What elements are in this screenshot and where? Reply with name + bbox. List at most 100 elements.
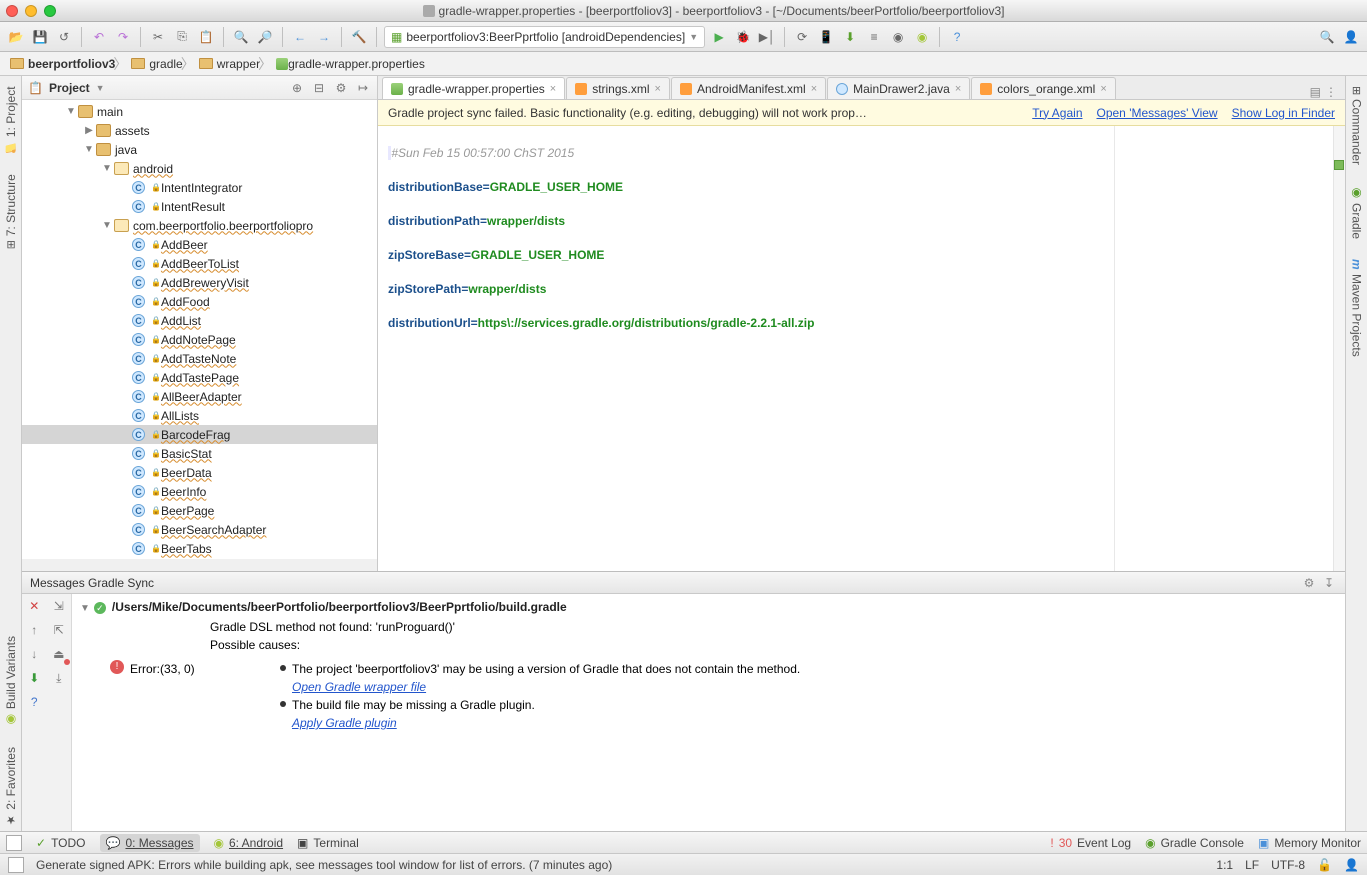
cut-icon[interactable]: ✂ (148, 27, 168, 47)
tree-node[interactable]: C🔒BarcodeFrag (22, 425, 377, 444)
down-icon[interactable]: ↓ (25, 645, 43, 663)
project-tree[interactable]: ▼main ▶assets ▼java ▼android C🔒IntentInt… (22, 100, 377, 559)
tab-maven[interactable]: m Maven Projects (1350, 255, 1364, 360)
gradle-icon[interactable]: ◉ (888, 27, 908, 47)
tab-project[interactable]: 📁 1: Project (4, 82, 18, 158)
zoom-window[interactable] (44, 5, 56, 17)
sdk-icon[interactable]: ⬇ (840, 27, 860, 47)
attach-icon[interactable]: ▶│ (757, 27, 777, 47)
tree-node[interactable]: ▼com.beerportfolio.beerportfoliopro (22, 216, 377, 235)
tree-node[interactable]: C🔒AddTastePage (22, 368, 377, 387)
tab-commander[interactable]: ⊞ Commander (1350, 82, 1364, 169)
tree-node[interactable]: C🔒AddTasteNote (22, 349, 377, 368)
tool-window-toggle[interactable] (6, 835, 22, 851)
tree-node[interactable]: C🔒AddBeerToList (22, 254, 377, 273)
tab-event-log[interactable]: !30 Event Log (1050, 836, 1131, 850)
sync-icon[interactable]: ↺ (54, 27, 74, 47)
chevron-down-icon[interactable]: ▼ (96, 83, 105, 93)
apply-plugin-link[interactable]: Apply Gradle plugin (292, 716, 397, 730)
hide-icon[interactable]: ↦ (355, 80, 371, 96)
open-messages-link[interactable]: Open 'Messages' View (1097, 106, 1218, 120)
tree-node[interactable]: C🔒AllLists (22, 406, 377, 425)
android-icon[interactable]: ◉ (912, 27, 932, 47)
up-icon[interactable]: ↑ (25, 621, 43, 639)
tree-node[interactable]: ▼android (22, 159, 377, 178)
tree-node[interactable]: ▶assets (22, 121, 377, 140)
editor-tab[interactable]: gradle-wrapper.properties× (382, 77, 565, 99)
build-icon[interactable]: 🔨 (349, 27, 369, 47)
run-icon[interactable]: ▶ (709, 27, 729, 47)
error-file-path[interactable]: /Users/Mike/Documents/beerPortfolio/beer… (112, 600, 567, 614)
tab-build-variants[interactable]: ◉ Build Variants (4, 632, 18, 731)
find-icon[interactable]: 🔍 (231, 27, 251, 47)
breadcrumb-item[interactable]: wrapper (193, 53, 270, 75)
tree-node[interactable]: C🔒AddBreweryVisit (22, 273, 377, 292)
minimize-window[interactable] (25, 5, 37, 17)
sync-gradle-icon[interactable]: ⟳ (792, 27, 812, 47)
undo-icon[interactable]: ↶ (89, 27, 109, 47)
tab-messages[interactable]: 💬0: Messages (100, 834, 200, 852)
save-icon[interactable]: 💾 (30, 27, 50, 47)
close-tab-icon[interactable]: × (1100, 83, 1106, 95)
autoscroll-icon[interactable]: ⤓ (50, 669, 68, 687)
inspection-icon[interactable]: 👤 (1344, 858, 1359, 872)
tree-node[interactable]: C🔒IntentIntegrator (22, 178, 377, 197)
avd-icon[interactable]: 📱 (816, 27, 836, 47)
close-tab-icon[interactable]: × (550, 83, 556, 95)
tree-node[interactable]: C🔒BeerPage (22, 501, 377, 520)
copy-icon[interactable]: ⎘ (172, 27, 192, 47)
tree-node[interactable]: C🔒AddFood (22, 292, 377, 311)
close-tab-icon[interactable]: × (955, 83, 961, 95)
tab-android[interactable]: ◉6: Android (214, 836, 284, 850)
tab-todo[interactable]: ✓TODO (36, 836, 86, 850)
settings-icon[interactable]: ⚙ (333, 80, 349, 96)
tree-node[interactable]: C🔒AddList (22, 311, 377, 330)
close-window[interactable] (6, 5, 18, 17)
close-tab-icon[interactable]: × (655, 83, 661, 95)
breadcrumb-item[interactable]: gradle (125, 53, 192, 75)
tree-node[interactable]: C🔒IntentResult (22, 197, 377, 216)
try-again-link[interactable]: Try Again (1032, 106, 1082, 120)
export-icon[interactable]: ⬇ (25, 669, 43, 687)
back-icon[interactable]: ← (290, 27, 310, 47)
more-tabs-icon[interactable]: ▤ (1310, 85, 1321, 99)
status-toggle[interactable] (8, 857, 24, 873)
help-icon[interactable]: ? (947, 27, 967, 47)
tree-node[interactable]: C🔒BeerTabs (22, 539, 377, 558)
code-editor[interactable]: #Sun Feb 15 00:57:00 ChST 2015 distribut… (378, 126, 1345, 571)
tree-node[interactable]: C🔒AddBeer (22, 235, 377, 254)
editor-tab[interactable]: colors_orange.xml× (971, 77, 1115, 99)
cursor-position[interactable]: 1:1 (1216, 858, 1233, 872)
hide-icon[interactable]: ↧ (1321, 575, 1337, 591)
scrollbar[interactable] (22, 559, 377, 571)
tab-memory-monitor[interactable]: ▣Memory Monitor (1258, 836, 1361, 850)
breadcrumb-item[interactable]: gradle-wrapper.properties (270, 53, 435, 75)
ddms-icon[interactable]: ≡ (864, 27, 884, 47)
tree-node[interactable]: ▼java (22, 140, 377, 159)
replace-icon[interactable]: 🔎 (255, 27, 275, 47)
tree-node[interactable]: C🔒BeerSearchAdapter (22, 520, 377, 539)
user-icon[interactable]: 👤 (1341, 27, 1361, 47)
tree-node[interactable]: C🔒AllBeerAdapter (22, 387, 377, 406)
tree-node[interactable]: C🔒BasicStat (22, 444, 377, 463)
open-wrapper-link[interactable]: Open Gradle wrapper file (292, 680, 426, 694)
run-config-selector[interactable]: ▦beerportfoliov3:BeerPprtfolio [androidD… (384, 26, 705, 48)
tab-gradle-console[interactable]: ◉Gradle Console (1145, 836, 1244, 850)
settings-icon[interactable]: ⚙ (1301, 575, 1317, 591)
error-location[interactable]: Error:(33, 0) (130, 660, 195, 678)
readonly-icon[interactable]: 🔓 (1317, 858, 1332, 872)
editor-tab[interactable]: strings.xml× (566, 77, 670, 99)
tabs-menu-icon[interactable]: ⋮ (1325, 85, 1337, 99)
breadcrumb-item[interactable]: beerportfoliov3 (4, 53, 125, 75)
paste-icon[interactable]: 📋 (196, 27, 216, 47)
close-icon[interactable]: ✕ (25, 597, 43, 615)
collapse-icon[interactable]: ⇱ (50, 621, 68, 639)
error-stripe[interactable] (1333, 126, 1345, 571)
forward-icon[interactable]: → (314, 27, 334, 47)
scroll-from-source-icon[interactable]: ⊕ (289, 80, 305, 96)
expand-icon[interactable]: ⇲ (50, 597, 68, 615)
close-tab-icon[interactable]: × (811, 83, 817, 95)
help-icon[interactable]: ? (25, 693, 43, 711)
debug-icon[interactable]: 🐞 (733, 27, 753, 47)
search-everywhere-icon[interactable]: 🔍 (1317, 27, 1337, 47)
